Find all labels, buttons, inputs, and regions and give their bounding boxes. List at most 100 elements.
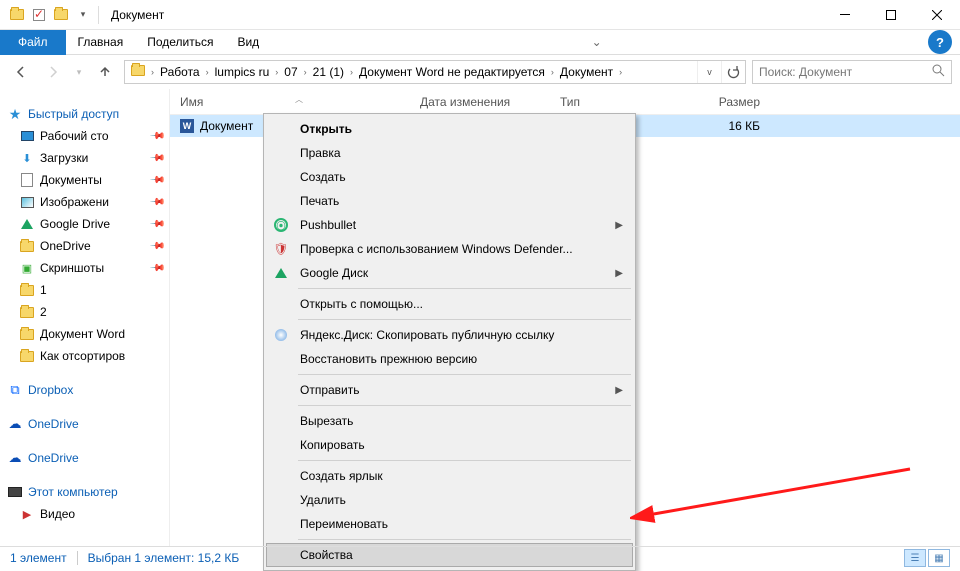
sidebar-onedrive-2[interactable]: ☁OneDrive [0, 447, 169, 469]
col-date[interactable]: Дата изменения [420, 95, 560, 109]
menu-delete[interactable]: Удалить [266, 488, 633, 512]
folder-icon [20, 239, 34, 253]
sidebar-onedrive-pin[interactable]: OneDrive📌 [0, 235, 169, 257]
menu-edit[interactable]: Правка [266, 141, 633, 165]
qat-dropdown-icon[interactable]: ▾ [72, 4, 94, 26]
breadcrumb-segment[interactable]: 07 [282, 65, 299, 79]
label: Рабочий сто [40, 129, 109, 143]
file-tab[interactable]: Файл [0, 30, 66, 55]
label: OneDrive [28, 417, 79, 431]
tab-share[interactable]: Поделиться [135, 30, 225, 55]
sidebar-sort[interactable]: Как отсортиров [0, 345, 169, 367]
menu-rename[interactable]: Переименовать [266, 512, 633, 536]
sidebar-video[interactable]: ▶Видео [0, 503, 169, 525]
breadcrumb-segment[interactable]: 21 (1) [311, 65, 346, 79]
col-size[interactable]: Размер [690, 95, 770, 109]
gdrive-icon [272, 264, 290, 282]
menu-open-with[interactable]: Открыть с помощью... [266, 292, 633, 316]
label: Имя [180, 95, 203, 109]
dropbox-icon: ⧉ [8, 383, 22, 397]
breadcrumb-segment[interactable]: Документ Word не редактируется [357, 65, 547, 79]
menu-create[interactable]: Создать [266, 165, 633, 189]
column-headers: Имя︿ Дата изменения Тип Размер [170, 89, 960, 115]
document-icon [20, 173, 34, 187]
submenu-arrow-icon: ▶ [615, 220, 623, 231]
up-button[interactable] [92, 59, 118, 85]
icons-view-button[interactable]: ▦ [928, 549, 950, 567]
menu-open[interactable]: Открыть [266, 117, 633, 141]
help-icon[interactable]: ? [928, 30, 952, 54]
menu-yandex[interactable]: Яндекс.Диск: Скопировать публичную ссылк… [266, 323, 633, 347]
menu-cut[interactable]: Вырезать [266, 409, 633, 433]
chevron-right-icon[interactable]: › [271, 67, 282, 77]
col-name[interactable]: Имя︿ [170, 95, 420, 109]
sidebar-gdrive[interactable]: Google Drive📌 [0, 213, 169, 235]
status-selection: Выбран 1 элемент: 15,2 КБ [88, 551, 240, 565]
menu-gdisk[interactable]: Google Диск▶ [266, 261, 633, 285]
chevron-right-icon[interactable]: › [147, 67, 158, 77]
menu-separator [298, 539, 631, 540]
quick-access[interactable]: ★Быстрый доступ [0, 103, 169, 125]
col-type[interactable]: Тип [560, 95, 690, 109]
tab-home[interactable]: Главная [66, 30, 136, 55]
sidebar-documents[interactable]: Документы📌 [0, 169, 169, 191]
close-button[interactable] [914, 0, 960, 30]
chevron-right-icon[interactable]: › [547, 67, 558, 77]
sidebar-dropbox[interactable]: ⧉ Dropbox [0, 379, 169, 401]
address-dropdown[interactable]: v [697, 61, 721, 83]
sidebar-screenshots[interactable]: ▣Скриншоты📌 [0, 257, 169, 279]
menu-separator [298, 405, 631, 406]
desktop-icon [20, 129, 34, 143]
forward-button[interactable] [40, 59, 66, 85]
label: Dropbox [28, 383, 73, 397]
yandex-disk-icon [272, 326, 290, 344]
tab-view[interactable]: Вид [225, 30, 271, 55]
pin-icon: 📌 [148, 238, 165, 255]
ribbon-expand-icon[interactable]: ⌄ [592, 35, 602, 49]
details-view-button[interactable]: ☰ [904, 549, 926, 567]
menu-separator [298, 288, 631, 289]
menu-defender[interactable]: 🛡Проверка с использованием Windows Defen… [266, 237, 633, 261]
chevron-right-icon[interactable]: › [202, 67, 213, 77]
star-icon: ★ [8, 107, 22, 121]
menu-shortcut[interactable]: Создать ярлык [266, 464, 633, 488]
label: Отправить [300, 383, 360, 397]
submenu-arrow-icon: ▶ [615, 385, 623, 396]
search-icon [932, 64, 945, 80]
label: Проверка с использованием Windows Defend… [300, 242, 573, 256]
sidebar-folder-2[interactable]: 2 [0, 301, 169, 323]
pin-icon: 📌 [148, 172, 165, 189]
sidebar-pictures[interactable]: Изображени📌 [0, 191, 169, 213]
pin-icon: 📌 [148, 150, 165, 167]
menu-print[interactable]: Печать [266, 189, 633, 213]
breadcrumb-segment[interactable]: Работа [158, 65, 202, 79]
label: Документ Word [40, 327, 125, 341]
new-folder-qat-icon[interactable] [50, 4, 72, 26]
sidebar-desktop[interactable]: Рабочий сто📌 [0, 125, 169, 147]
sidebar-doc-word[interactable]: Документ Word [0, 323, 169, 345]
chevron-right-icon[interactable]: › [346, 67, 357, 77]
sidebar-this-pc[interactable]: Этот компьютер [0, 481, 169, 503]
chevron-right-icon[interactable]: › [300, 67, 311, 77]
folder-icon [20, 305, 34, 319]
menu-send[interactable]: Отправить ▶ [266, 378, 633, 402]
sidebar-folder-1[interactable]: 1 [0, 279, 169, 301]
address-bar[interactable]: › Работа›lumpics ru›07›21 (1)›Документ W… [124, 60, 746, 84]
search-box[interactable]: Поиск: Документ [752, 60, 952, 84]
back-button[interactable] [8, 59, 34, 85]
minimize-button[interactable] [822, 0, 868, 30]
sidebar-downloads[interactable]: ⬇Загрузки📌 [0, 147, 169, 169]
recent-dropdown[interactable]: ▾ [72, 59, 86, 85]
menu-pushbullet[interactable]: ⦿Pushbullet▶ [266, 213, 633, 237]
breadcrumb-segment[interactable]: lumpics ru [213, 65, 272, 79]
chevron-right-icon[interactable]: › [615, 67, 626, 77]
folder-icon [6, 4, 28, 26]
properties-qat-icon[interactable] [28, 4, 50, 26]
sidebar-onedrive[interactable]: ☁OneDrive [0, 413, 169, 435]
refresh-button[interactable] [721, 61, 745, 83]
menu-restore[interactable]: Восстановить прежнюю версию [266, 347, 633, 371]
label: 1 [40, 283, 47, 297]
maximize-button[interactable] [868, 0, 914, 30]
breadcrumb-segment[interactable]: Документ [558, 65, 615, 79]
menu-copy[interactable]: Копировать [266, 433, 633, 457]
